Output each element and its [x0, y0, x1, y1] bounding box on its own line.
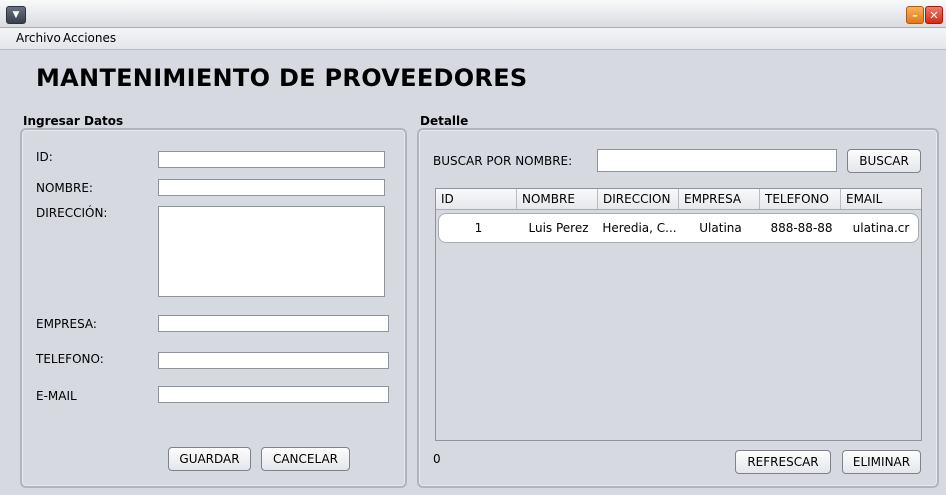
form-section-title: Ingresar Datos: [23, 114, 124, 128]
detail-section-title: Detalle: [420, 114, 469, 128]
column-header-nombre[interactable]: NOMBRE: [517, 189, 598, 209]
detail-panel: BUSCAR POR NOMBRE: BUSCAR ID NOMBRE DIRE…: [417, 128, 939, 488]
cell-direccion: Heredia, C...: [602, 221, 677, 235]
empresa-field[interactable]: [158, 315, 389, 332]
column-header-direccion[interactable]: DIRECCION: [598, 189, 679, 209]
id-label: ID:: [36, 150, 53, 164]
menu-acciones[interactable]: Acciones: [63, 31, 116, 45]
minimize-icon[interactable]: –: [906, 6, 924, 24]
refresh-button[interactable]: REFRESCAR: [735, 450, 831, 474]
page-title: MANTENIMIENTO DE PROVEEDORES: [36, 64, 528, 92]
cell-empresa: Ulatina: [699, 221, 742, 235]
direccion-label: DIRECCIÓN:: [36, 206, 108, 220]
nombre-label: NOMBRE:: [36, 181, 93, 195]
form-panel: ID: NOMBRE: DIRECCIÓN: EMPRESA: TELEFONO…: [20, 128, 407, 488]
empresa-label: EMPRESA:: [36, 317, 97, 331]
email-field[interactable]: [158, 386, 389, 403]
search-button[interactable]: BUSCAR: [847, 149, 921, 173]
id-field[interactable]: [158, 151, 385, 168]
table-header: ID NOMBRE DIRECCION EMPRESA TELEFONO EMA…: [436, 189, 921, 210]
close-icon[interactable]: ✕: [925, 6, 943, 24]
menu-bar: Archivo Acciones: [0, 28, 946, 50]
cancel-button[interactable]: CANCELAR: [261, 447, 350, 471]
window-menu-icon[interactable]: ▼: [6, 6, 26, 24]
column-header-telefono[interactable]: TELEFONO: [760, 189, 841, 209]
menu-archivo[interactable]: Archivo: [16, 31, 61, 45]
record-count: 0: [433, 452, 441, 466]
save-button[interactable]: GUARDAR: [168, 447, 251, 471]
search-label: BUSCAR POR NOMBRE:: [433, 154, 573, 168]
column-header-id[interactable]: ID: [436, 189, 517, 209]
delete-button[interactable]: ELIMINAR: [842, 450, 921, 474]
email-label: E-MAIL: [36, 389, 77, 403]
window-titlebar: ▼ – ✕: [0, 0, 946, 28]
direccion-textarea[interactable]: [158, 206, 385, 297]
telefono-label: TELEFONO:: [36, 352, 104, 366]
telefono-field[interactable]: [158, 352, 389, 369]
cell-nombre: Luis Perez: [528, 221, 589, 235]
column-header-email[interactable]: EMAIL: [841, 189, 921, 209]
providers-table: ID NOMBRE DIRECCION EMPRESA TELEFONO EMA…: [435, 188, 922, 441]
main-content: MANTENIMIENTO DE PROVEEDORES Ingresar Da…: [6, 50, 940, 490]
column-header-empresa[interactable]: EMPRESA: [679, 189, 760, 209]
search-input[interactable]: [597, 149, 837, 172]
table-row[interactable]: 1 Luis Perez Heredia, C... Ulatina 888-8…: [438, 213, 919, 243]
nombre-field[interactable]: [158, 179, 385, 196]
cell-telefono: 888-88-88: [770, 221, 833, 235]
cell-id: 1: [474, 221, 483, 235]
cell-email: ulatina.cr: [852, 221, 910, 235]
